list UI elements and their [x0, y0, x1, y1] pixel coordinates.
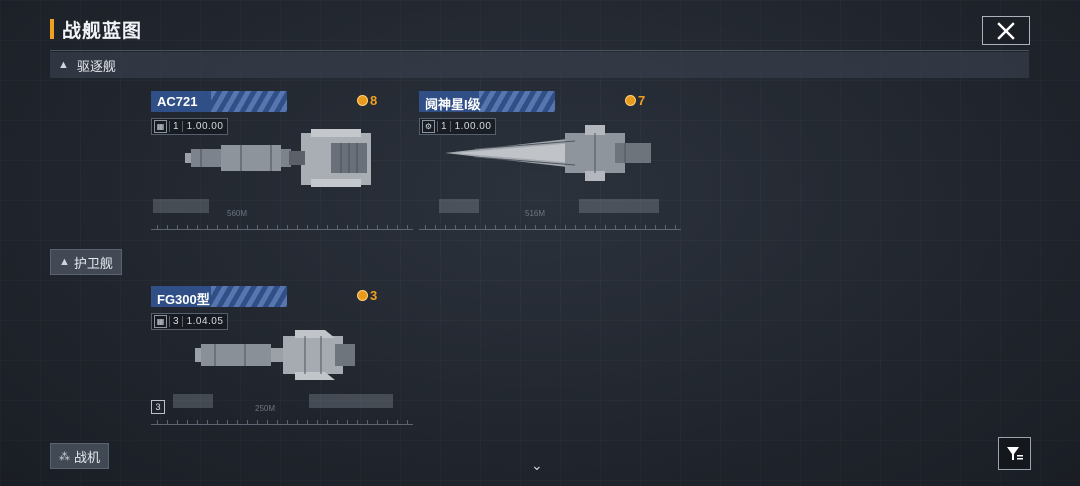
ship-version: 1.04.05	[186, 316, 224, 327]
ship-model-ac721	[185, 129, 371, 187]
ship-length: 560M	[227, 209, 248, 218]
ship-model-fg300	[195, 330, 355, 380]
ship-cost-value: 8	[370, 93, 378, 108]
ship-silhouette-secondary	[309, 394, 393, 408]
category-destroyer-bar[interactable]: ▲ 驱逐舰	[50, 52, 1029, 78]
triple-triangle-icon: ⁂	[59, 450, 70, 463]
name-bar-stripes	[211, 91, 287, 112]
ship-card-eris[interactable]: 阋神星I级 7 ⚙ 1 1.00.00 516M	[419, 91, 691, 231]
ship-length: 250M	[255, 404, 276, 413]
ship-card-fg300[interactable]: FG300型 3 ▦ 3 1.04.05 3 250M	[151, 286, 423, 426]
ship-name-bar: 阋神星I级	[419, 91, 555, 112]
ship-silhouette	[153, 199, 209, 213]
page-title: 战舰蓝图	[62, 21, 143, 42]
filter-button[interactable]	[998, 437, 1031, 470]
category-fighter-label: 战机	[74, 449, 101, 465]
tier-badge: 3	[151, 400, 165, 414]
scale-ruler	[419, 221, 681, 230]
gear-icon: ⚙	[422, 120, 435, 133]
cost-icon	[357, 290, 368, 301]
ship-level: 3	[169, 316, 183, 327]
scale-ruler	[151, 416, 413, 425]
ship-silhouette	[439, 199, 479, 213]
ship-cost: 8	[357, 93, 377, 108]
ship-cost: 3	[357, 288, 377, 303]
chevron-down-icon[interactable]: ⌄	[531, 457, 543, 474]
triangle-icon: ▲	[58, 59, 69, 71]
ship-name: 阋神星I级	[425, 97, 481, 112]
grid-icon: ▦	[154, 315, 167, 328]
close-icon	[997, 21, 1015, 40]
ship-cost: 7	[625, 93, 645, 108]
category-frigate-label: 护卫舰	[73, 255, 113, 271]
header-divider	[50, 50, 1029, 51]
ship-stats: ▦ 3 1.04.05	[151, 313, 229, 330]
category-destroyer-label: 驱逐舰	[76, 58, 116, 74]
category-frigate-chip[interactable]: ▲ 护卫舰	[50, 249, 122, 275]
close-button[interactable]	[982, 16, 1030, 45]
title-accent-bar	[50, 19, 54, 39]
ship-name-bar: AC721	[151, 91, 287, 112]
ship-name: FG300型	[157, 292, 210, 307]
ship-cost-value: 7	[638, 93, 646, 108]
ship-name-bar: FG300型	[151, 286, 287, 307]
cost-icon	[357, 95, 368, 106]
name-bar-stripes	[479, 91, 555, 112]
scale-ruler	[151, 221, 413, 230]
ship-card-ac721[interactable]: AC721 8 ▦ 1 1.00.00 560M	[151, 91, 423, 231]
cost-icon	[625, 95, 636, 106]
triangle-icon: ▲	[59, 256, 70, 268]
category-fighter-chip[interactable]: ⁂ 战机	[50, 443, 110, 469]
ship-silhouette-secondary	[579, 199, 659, 213]
ship-length: 516M	[525, 209, 546, 218]
ship-cost-value: 3	[370, 288, 378, 303]
ship-name: AC721	[157, 94, 198, 109]
ship-model-eris	[445, 125, 651, 181]
filter-icon	[1006, 446, 1023, 460]
name-bar-stripes	[211, 286, 287, 307]
ship-silhouette	[173, 394, 213, 408]
grid-icon: ▦	[154, 120, 167, 133]
